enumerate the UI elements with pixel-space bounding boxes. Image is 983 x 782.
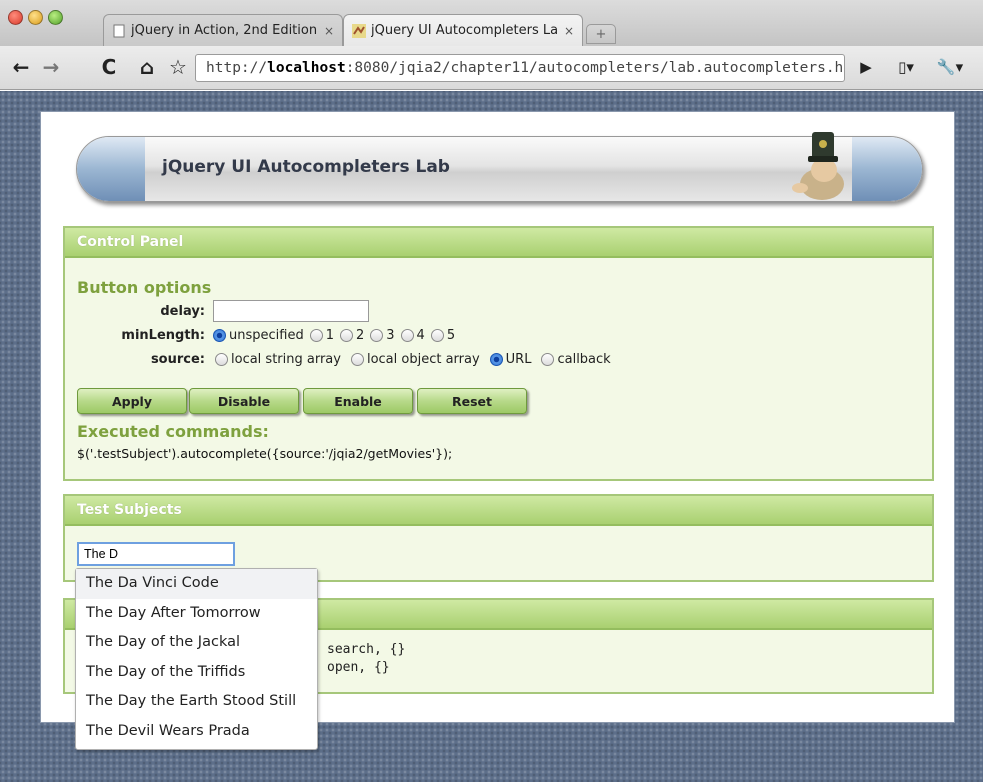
favicon-icon [352, 23, 366, 38]
tools-menu-icon[interactable]: 🔧▾ [928, 54, 972, 80]
source-option-label: URL [505, 352, 532, 367]
minlength-radio-5[interactable] [430, 329, 444, 342]
delay-input[interactable] [213, 300, 369, 322]
delay-label: delay: [160, 303, 205, 319]
reset-button[interactable]: Reset [417, 388, 527, 414]
minlength-option-label: 5 [446, 328, 456, 343]
autocomplete-item[interactable]: The Day of the Jackal [76, 628, 317, 658]
go-button[interactable]: ▶ [856, 54, 876, 80]
minlength-radio-1[interactable] [309, 329, 323, 342]
autocomplete-item[interactable]: The Day the Earth Stood Still [76, 687, 317, 717]
banner-right-cap [852, 137, 922, 201]
source-option-label: local object array [366, 352, 480, 367]
tab-title: jQuery in Action, 2nd Edition [131, 23, 318, 38]
minlength-radio-3[interactable] [370, 329, 384, 342]
source-row: source: local string array local object … [77, 352, 611, 367]
minlength-option-label: 3 [386, 328, 395, 343]
minlength-label: minLength: [121, 328, 205, 343]
autocomplete-item[interactable]: The Day of the Triffids [76, 658, 317, 688]
autocomplete-item[interactable]: The Da Vinci Code [76, 569, 317, 599]
banner-left-cap [77, 137, 145, 201]
address-bar[interactable]: http://localhost:8080/jqia2/chapter11/au… [195, 54, 845, 82]
source-radio-callback[interactable] [541, 353, 555, 366]
home-button[interactable]: ⌂ [135, 54, 159, 80]
source-option-label: callback [557, 352, 611, 367]
page-menu-icon[interactable]: ▯▾ [888, 54, 924, 80]
close-window-button[interactable] [8, 10, 23, 25]
forward-button[interactable]: → [40, 54, 62, 80]
source-radio-local-object-array[interactable] [350, 353, 364, 366]
delay-row: delay: [77, 300, 369, 322]
test-subject-input[interactable] [77, 542, 235, 566]
url-prefix: http:// [206, 60, 268, 76]
minimize-window-button[interactable] [28, 10, 43, 25]
disable-button[interactable]: Disable [189, 388, 299, 414]
button-options-title: Button options [77, 278, 212, 297]
autocomplete-item[interactable]: The Devil Wears Prada [76, 717, 317, 747]
test-subjects-header: Test Subjects [65, 496, 932, 526]
enable-button[interactable]: Enable [303, 388, 413, 414]
console-line: open, {} [327, 660, 390, 675]
control-panel: Control Panel Button options delay: minL… [63, 226, 934, 481]
control-panel-header: Control Panel [65, 228, 932, 258]
minlength-option-label: 1 [325, 328, 334, 343]
minlength-radio-2[interactable] [339, 329, 353, 342]
bookmark-star-icon[interactable]: ☆ [166, 54, 190, 80]
mascot-logo-icon [792, 132, 844, 200]
minlength-option-label: unspecified [229, 328, 304, 343]
source-label: source: [150, 352, 205, 367]
source-option-label: local string array [231, 352, 341, 367]
url-host: localhost [267, 60, 346, 76]
new-tab-button[interactable]: + [586, 24, 616, 44]
source-radio-url[interactable] [489, 353, 503, 366]
url-path: :8080/jqia2/chapter11/autocompleters/lab… [345, 60, 845, 76]
source-radio-local-string-array[interactable] [215, 353, 228, 366]
browser-toolbar: ← → C ⌂ ☆ http://localhost:8080/jqia2/ch… [0, 46, 983, 90]
minlength-radio-unspecified[interactable] [213, 329, 226, 342]
tab-close-icon[interactable]: × [564, 24, 574, 38]
autocomplete-item[interactable]: The Day After Tomorrow [76, 599, 317, 629]
tab-autocompleters-lab[interactable]: jQuery UI Autocompleters La × [343, 14, 583, 46]
autocomplete-menu: The Da Vinci Code The Day After Tomorrow… [75, 568, 318, 750]
back-button[interactable]: ← [10, 54, 32, 80]
zoom-window-button[interactable] [48, 10, 63, 25]
reload-button[interactable]: C [98, 54, 120, 80]
minlength-option-label: 2 [355, 328, 365, 343]
browser-titlebar: jQuery in Action, 2nd Edition × jQuery U… [0, 0, 983, 46]
apply-button[interactable]: Apply [77, 388, 187, 414]
tab-close-icon[interactable]: × [324, 24, 334, 38]
minlength-option-label: 4 [416, 328, 425, 343]
page-title: jQuery UI Autocompleters Lab [162, 157, 450, 177]
page-icon [113, 24, 125, 37]
tab-title: jQuery UI Autocompleters La [371, 23, 558, 38]
tab-jquery-in-action[interactable]: jQuery in Action, 2nd Edition × [103, 14, 343, 46]
minlength-radio-4[interactable] [400, 329, 414, 342]
minlength-row: minLength: unspecified 1 2 3 4 5 [77, 328, 455, 343]
console-line: search, {} [327, 642, 406, 657]
executed-command-text: $('.testSubject').autocomplete({source:'… [77, 446, 453, 461]
executed-commands-title: Executed commands: [77, 422, 269, 441]
